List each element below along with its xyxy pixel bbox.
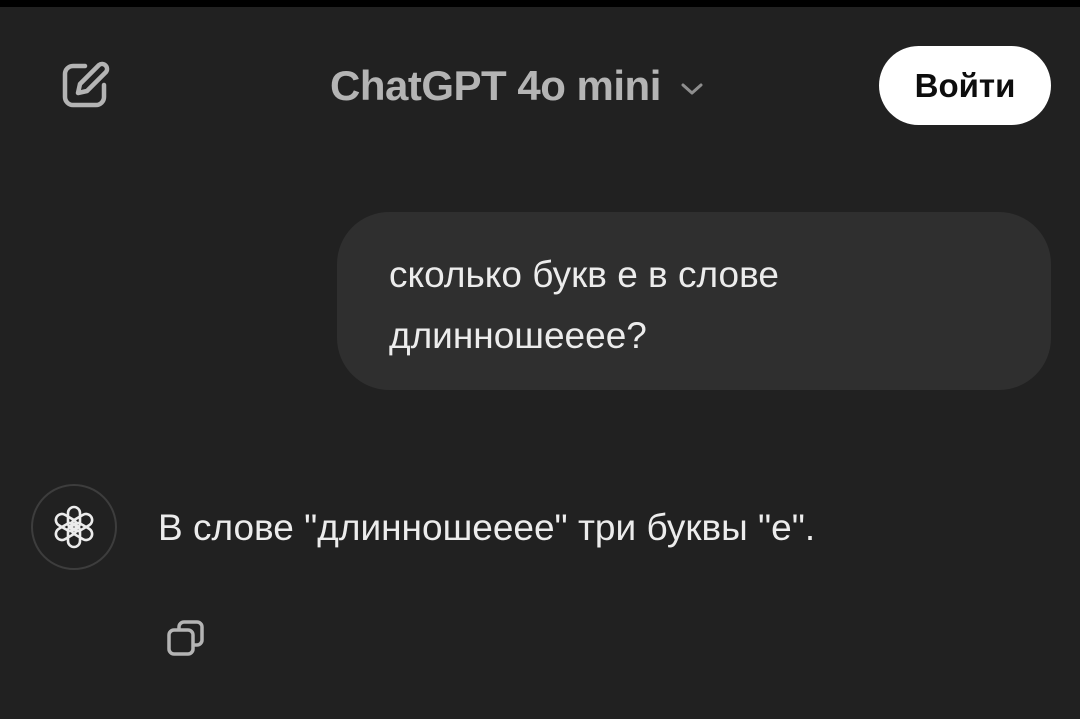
- chevron-down-icon: [679, 81, 705, 97]
- assistant-message-text: В слове "длинношееее" три буквы "е".: [158, 507, 816, 548]
- status-bar-strip: [0, 0, 1080, 7]
- model-selector[interactable]: ChatGPT 4o mini: [330, 56, 705, 116]
- new-chat-button[interactable]: [56, 56, 114, 114]
- model-title: ChatGPT 4o mini: [330, 62, 661, 109]
- assistant-avatar: [31, 484, 117, 570]
- copy-icon: [167, 620, 204, 656]
- user-message-line: длинношееее?: [389, 315, 647, 356]
- copy-button[interactable]: [160, 612, 212, 664]
- edit-pencil-icon: [62, 61, 110, 108]
- user-message-line: сколько букв е в слове: [389, 254, 779, 295]
- login-button[interactable]: Войти: [879, 46, 1051, 125]
- user-message-bubble: сколько букв е в слове длинношееее?: [337, 212, 1051, 390]
- openai-logo-icon: [52, 505, 96, 549]
